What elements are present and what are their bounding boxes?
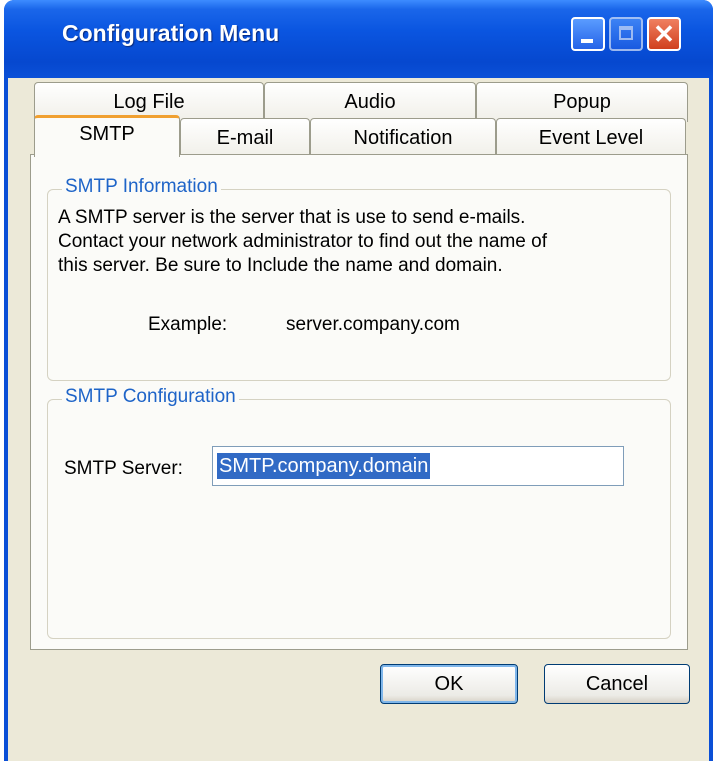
smtp-information-legend: SMTP Information [62, 176, 221, 198]
window-title: Configuration Menu [62, 20, 280, 46]
smtp-tab-panel: SMTP Information A SMTP server is the se… [30, 154, 688, 650]
cancel-button[interactable]: Cancel [544, 664, 690, 704]
example-label: Example: [148, 314, 228, 335]
example-value: server.company.com [286, 314, 460, 335]
tab-label: Notification [353, 127, 453, 149]
close-icon: ✕ [653, 19, 675, 49]
tab-popup[interactable]: Popup [476, 82, 688, 122]
info-line: this server. Be sure to Include the name… [58, 255, 503, 276]
tab-label: SMTP [79, 123, 135, 145]
smtp-configuration-legend: SMTP Configuration [62, 386, 239, 408]
tab-e-mail[interactable]: E-mail [180, 118, 310, 158]
info-line: A SMTP server is the server that is use … [58, 207, 526, 228]
tab-label: Popup [553, 91, 611, 113]
maximize-icon [619, 26, 633, 40]
smtp-configuration-group: SMTP Configuration SMTP Server: SMTP.com… [47, 386, 671, 639]
smtp-information-group: SMTP Information A SMTP server is the se… [47, 176, 671, 381]
smtp-server-label: SMTP Server: [64, 458, 183, 479]
configuration-window: Configuration Menu ✕ Log File Audio Popu… [4, 0, 713, 761]
title-bar[interactable]: Configuration Menu ✕ [4, 0, 713, 78]
dialog-client-area: Log File Audio Popup SMTP E-mail Notific… [8, 78, 709, 761]
ok-button[interactable]: OK [380, 664, 518, 704]
smtp-server-value: SMTP.company.domain [217, 453, 431, 479]
smtp-server-input[interactable]: SMTP.company.domain [212, 446, 624, 486]
tab-label: Event Level [538, 127, 644, 149]
close-button[interactable]: ✕ [647, 17, 681, 51]
minimize-icon [581, 39, 593, 43]
maximize-button[interactable] [609, 17, 643, 51]
smtp-information-text: A SMTP server is the server that is use … [58, 206, 658, 278]
tab-label: E-mail [216, 127, 274, 149]
tab-label: Log File [113, 91, 185, 113]
tab-smtp[interactable]: SMTP [34, 115, 180, 157]
tab-notification[interactable]: Notification [310, 118, 496, 158]
info-line: Contact your network administrator to fi… [58, 231, 547, 252]
tab-label: Audio [344, 91, 396, 113]
tab-audio[interactable]: Audio [264, 82, 476, 122]
minimize-button[interactable] [571, 17, 605, 51]
tab-event-level[interactable]: Event Level [496, 118, 686, 158]
